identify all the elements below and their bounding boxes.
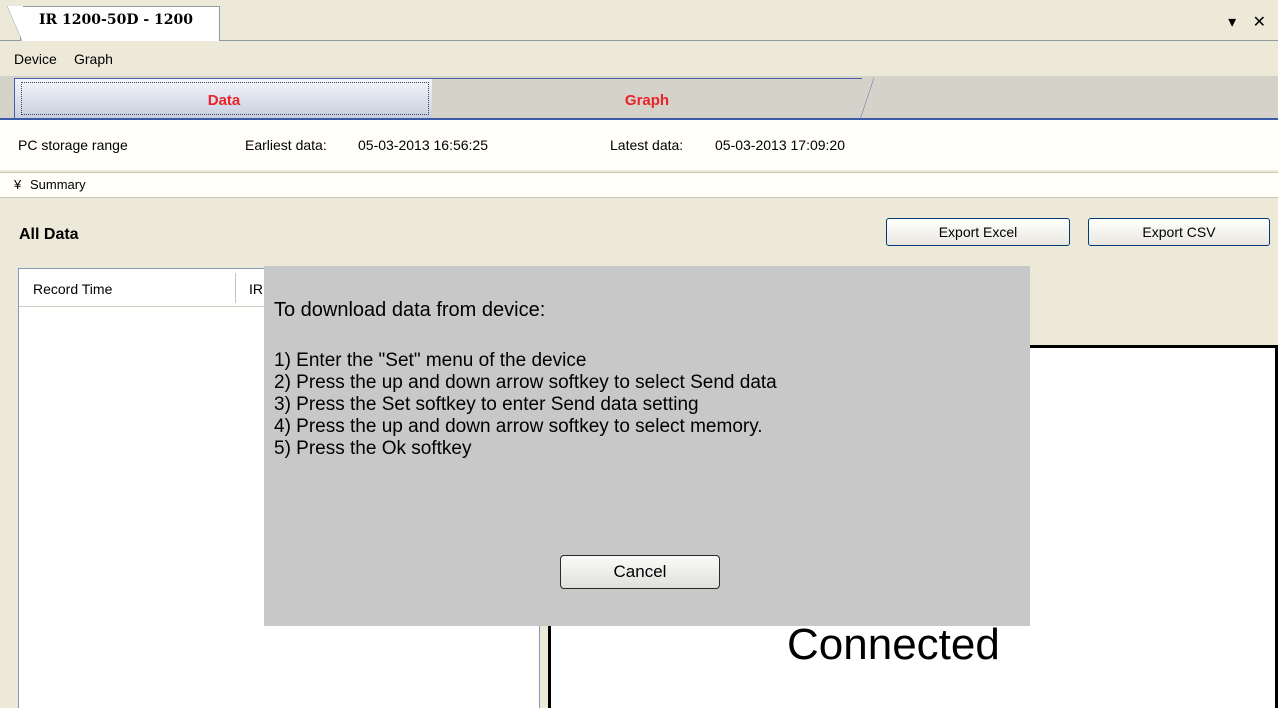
window-controls[interactable]: ▾ ✕ [1228, 12, 1272, 32]
dialog-step: 5) Press the Ok softkey [274, 438, 472, 459]
column-separator[interactable] [235, 273, 236, 303]
export-csv-button[interactable]: Export CSV [1088, 218, 1270, 246]
menu-graph[interactable]: Graph [74, 51, 113, 67]
tab-data[interactable]: Data [14, 78, 434, 118]
earliest-data-label: Earliest data: [245, 137, 327, 153]
dialog-step: 3) Press the Set softkey to enter Send d… [274, 394, 699, 415]
column-header-ir[interactable]: IR [249, 281, 263, 297]
export-excel-button[interactable]: Export Excel [886, 218, 1070, 246]
latest-data-label: Latest data: [610, 137, 684, 153]
cancel-button[interactable]: Cancel [560, 555, 720, 589]
earliest-data-value: 05-03-2013 16:56:25 [358, 137, 488, 153]
all-data-title: All Data [19, 226, 79, 243]
double-chevron-down-icon: ¥ [14, 177, 22, 192]
dialog-steps: 1) Enter the "Set" menu of the device 2)… [274, 350, 777, 460]
summary-toggle[interactable]: ¥ Summary [0, 172, 1278, 198]
window-controls-icons[interactable]: ▾ ✕ [1228, 14, 1272, 31]
view-tabs: Data Graph [0, 76, 1278, 120]
left-edge [0, 268, 10, 708]
connection-status-text: Connected [787, 620, 1000, 669]
document-tab-strip: IR 1200-50D - 1200 ▾ ✕ [0, 0, 1278, 43]
document-tab[interactable]: IR 1200-50D - 1200 [7, 6, 220, 43]
tab-graph-label: Graph [624, 92, 670, 109]
tab-focus-rect [21, 82, 429, 115]
dialog-title: To download data from device: [274, 299, 546, 321]
menu-bar: Device Graph [0, 41, 1278, 77]
menu-device[interactable]: Device [14, 51, 57, 67]
latest-data-value: 05-03-2013 17:09:20 [715, 137, 845, 153]
dialog-step: 4) Press the up and down arrow softkey t… [274, 416, 763, 437]
summary-label: Summary [30, 177, 86, 192]
dialog-step: 1) Enter the "Set" menu of the device [274, 350, 587, 371]
dialog-step: 2) Press the up and down arrow softkey t… [274, 372, 777, 393]
tab-graph[interactable]: Graph [432, 78, 874, 120]
storage-range-row: PC storage range Earliest data: 05-03-20… [0, 120, 1278, 170]
document-tab-title: IR 1200-50D - 1200 [39, 12, 193, 28]
download-instructions-dialog: To download data from device: 1) Enter t… [264, 266, 1030, 626]
storage-range-label: PC storage range [18, 137, 128, 153]
column-header-record-time[interactable]: Record Time [33, 281, 112, 297]
